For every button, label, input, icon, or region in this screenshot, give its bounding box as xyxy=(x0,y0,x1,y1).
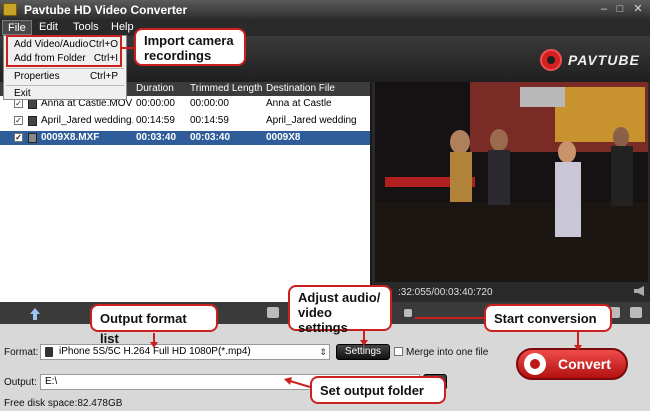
title-bar: Pavtube HD Video Converter – □ ✕ xyxy=(0,0,650,19)
menu-separator xyxy=(6,85,124,86)
file-destination: Anna at Castle xyxy=(266,98,332,109)
menu-edit[interactable]: Edit xyxy=(34,20,63,35)
convert-logo-icon xyxy=(524,353,546,375)
merge-label: Merge into one file xyxy=(406,347,489,358)
menu-file[interactable]: File xyxy=(2,20,32,35)
callout-start-conversion: Start conversion xyxy=(484,304,612,332)
brand-logo: PAVTUBE xyxy=(540,49,639,71)
move-up-icon[interactable] xyxy=(30,308,40,320)
file-duration: 00:03:40 xyxy=(136,132,177,143)
menu-bar: File Edit Tools Help xyxy=(0,19,650,36)
convert-button[interactable]: Convert xyxy=(516,348,628,380)
file-name: 0009X8.MXF xyxy=(41,132,100,143)
callout-import: Import camera recordings xyxy=(134,28,246,66)
film-icon xyxy=(28,116,37,126)
preview-panel xyxy=(372,82,650,302)
format-select[interactable]: iPhone 5S/5C H.264 Full HD 1080P(*.mp4) … xyxy=(40,344,330,360)
subtitle-icon[interactable] xyxy=(267,307,279,318)
menu-item-shortcut: Ctrl+P xyxy=(89,71,118,82)
menu-properties[interactable]: Properties Ctrl+P xyxy=(4,70,126,84)
menu-item-label: Exit xyxy=(14,88,31,99)
menu-item-label: Properties xyxy=(14,71,60,82)
callout-adjust-settings: Adjust audio/ video settings xyxy=(288,285,392,335)
menu-separator xyxy=(6,68,124,69)
file-name: April_Jared wedding... xyxy=(41,115,133,126)
convert-label: Convert xyxy=(558,356,611,372)
menu-highlight-box xyxy=(6,35,122,67)
file-duration: 00:14:59 xyxy=(136,115,175,126)
file-trimmed: 00:03:40 xyxy=(190,132,231,143)
folder-icon[interactable] xyxy=(630,307,642,318)
table-row[interactable]: ✓ 0009X8.MXF 00:03:40 00:03:40 0009X8 xyxy=(0,131,370,145)
file-destination: 0009X8 xyxy=(266,132,301,143)
window-title: Pavtube HD Video Converter xyxy=(24,3,188,17)
settings-button[interactable]: Settings xyxy=(336,344,390,360)
stop-icon[interactable] xyxy=(404,309,412,317)
close-icon[interactable]: ✕ xyxy=(630,2,646,16)
minimize-icon[interactable]: – xyxy=(596,2,612,16)
film-icon xyxy=(28,133,37,143)
row-checkbox[interactable]: ✓ xyxy=(14,133,23,142)
app-icon xyxy=(3,3,17,16)
format-label: Format: xyxy=(4,347,39,358)
format-value: iPhone 5S/5C H.264 Full HD 1080P(*.mp4) xyxy=(59,346,251,357)
file-trimmed: 00:00:00 xyxy=(190,98,229,109)
brand-name: PAVTUBE xyxy=(568,52,640,68)
output-label: Output: xyxy=(4,377,37,388)
file-trimmed: 00:14:59 xyxy=(190,115,229,126)
menu-tools[interactable]: Tools xyxy=(68,20,104,35)
file-duration: 00:00:00 xyxy=(136,98,175,109)
video-preview[interactable] xyxy=(375,82,648,282)
callout-format-list: Output format list xyxy=(90,304,218,346)
free-disk-space: Free disk space:82.478GB xyxy=(4,398,123,409)
file-list: Duration Trimmed Length Destination File… xyxy=(0,82,370,302)
pavtube-logo-icon xyxy=(540,49,562,71)
file-destination: April_Jared wedding xyxy=(266,115,357,126)
callout-output-folder: Set output folder xyxy=(310,376,446,404)
table-row[interactable]: ✓ April_Jared wedding... 00:14:59 00:14:… xyxy=(0,114,370,128)
menu-exit[interactable]: Exit xyxy=(4,87,126,101)
phone-icon xyxy=(45,347,53,357)
row-checkbox[interactable]: ✓ xyxy=(14,116,23,125)
maximize-icon[interactable]: □ xyxy=(612,2,628,16)
column-trimmed-length[interactable]: Trimmed Length xyxy=(190,83,262,94)
playback-time: :32:055/00:03:40:720 xyxy=(398,287,493,298)
chevron-up-down-icon: ⇕ xyxy=(319,347,327,357)
column-destination-file[interactable]: Destination File xyxy=(266,83,335,94)
column-duration[interactable]: Duration xyxy=(136,83,174,94)
merge-checkbox[interactable] xyxy=(394,347,403,356)
